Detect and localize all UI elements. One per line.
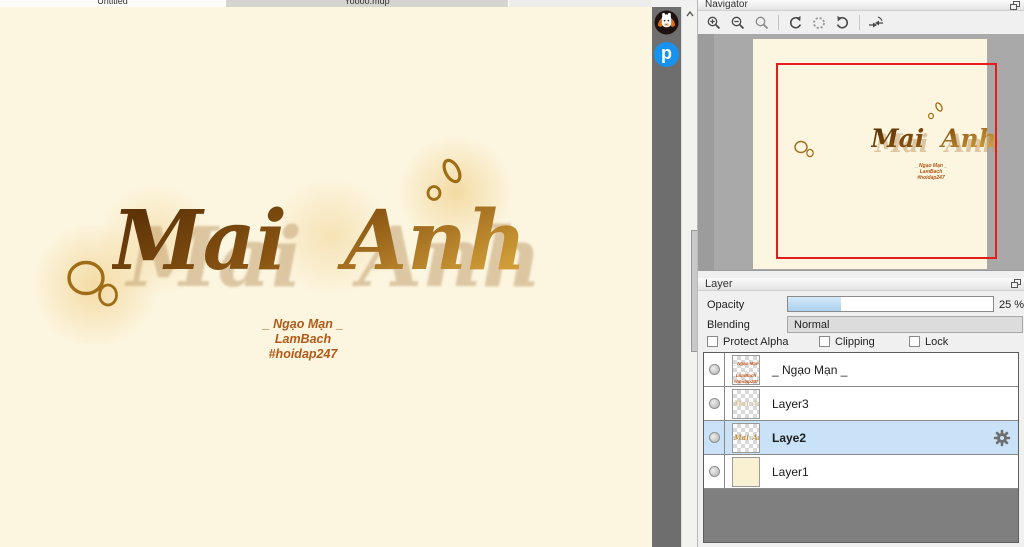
layer-settings-gear-icon[interactable]	[993, 429, 1011, 447]
thumb-credit-line: #hoidap247	[733, 378, 759, 384]
artwork-credits: _ Ngạo Mạn _ LamBach #hoidap247	[223, 317, 383, 362]
preview-shade	[698, 34, 714, 270]
pixiv-icon[interactable]: p	[654, 42, 679, 67]
navigator-float-icon[interactable]	[1010, 1, 1020, 10]
layer-thumbnail: _ Ngạo Mạn _ LamBach #hoidap247	[732, 354, 760, 385]
rotate-cw-button[interactable]	[833, 14, 853, 32]
reset-view-icon	[869, 15, 883, 27]
blending-row: Blending Normal	[698, 316, 1024, 334]
visibility-dot-icon	[708, 364, 720, 375]
reset-view-button[interactable]	[866, 14, 886, 32]
firealpaca-mascot-icon[interactable]	[654, 10, 679, 35]
tab-untitled-label: Untitled	[97, 0, 128, 6]
artwork-title: Mai Anh	[112, 193, 527, 289]
thumb-script-text: Mai Anh	[734, 432, 759, 442]
rotation-reset-icon	[813, 16, 825, 29]
canvas-vertical-scrollbar[interactable]	[681, 7, 703, 547]
clipping-label: Clipping	[835, 336, 875, 348]
right-dock-panel: Navigator Mai Anh _ Ngạo Mạn _ LamBach #…	[697, 0, 1024, 547]
layer-list: _ Ngạo Mạn _ LamBach #hoidap247 _ Ngạo M…	[703, 352, 1019, 543]
rotate-reset-button[interactable]	[809, 14, 829, 32]
layer-name: Layer3	[772, 396, 809, 411]
blending-select[interactable]: Normal	[787, 316, 1023, 333]
navigator-toolbar	[698, 11, 1024, 34]
thumb-script-text: Mai Anh	[734, 398, 759, 408]
viewport-rectangle[interactable]	[776, 63, 997, 259]
layer-name: Layer1	[772, 464, 809, 479]
layer-name: Laye2	[772, 430, 807, 445]
opacity-slider-fill	[788, 297, 842, 311]
tab-yoooo-mdp[interactable]: Yoooo.mdp	[226, 0, 509, 7]
visibility-dot-icon	[708, 398, 720, 409]
lock-label: Lock	[925, 336, 949, 348]
tab-yoooo-mdp-label: Yoooo.mdp	[344, 0, 390, 6]
drawing-canvas[interactable]: Mai Anh Mai Anh _ Ngạo Mạn _ LamBach #ho…	[0, 7, 652, 547]
visibility-toggle[interactable]	[704, 387, 725, 420]
visibility-toggle[interactable]	[704, 421, 725, 454]
layer-header: Layer	[698, 278, 1024, 291]
opacity-row: Opacity 25 %	[698, 296, 1024, 313]
visibility-toggle[interactable]	[704, 353, 725, 386]
document-tabbar: Untitled Yoooo.mdp	[0, 0, 652, 7]
protect-alpha-checkbox[interactable]	[707, 336, 718, 347]
layer-panel-title: Layer	[705, 278, 733, 290]
zoom-in-button[interactable]	[704, 14, 724, 32]
layer-flags-row: Protect Alpha Clipping Lock	[698, 336, 1024, 350]
scrollbar-up-icon[interactable]	[686, 11, 694, 17]
layer-float-icon[interactable]	[1011, 279, 1021, 288]
layer-thumbnail	[732, 456, 760, 487]
side-icon-strip: p	[652, 7, 681, 547]
opacity-slider[interactable]	[787, 296, 994, 312]
layer-thumbnail: Mai Anh	[732, 388, 760, 419]
magnifier-icon	[755, 16, 769, 29]
blending-value: Normal	[794, 319, 830, 331]
opacity-label: Opacity	[707, 299, 745, 311]
magnifier-minus-icon	[731, 16, 745, 29]
blending-label: Blending	[707, 319, 750, 331]
pixiv-letter: p	[661, 43, 672, 63]
rotate-ccw-icon	[790, 15, 802, 29]
layer-row-layer1[interactable]: Layer1	[704, 455, 1018, 489]
tab-untitled[interactable]: Untitled	[0, 0, 226, 7]
zoom-out-button[interactable]	[728, 14, 748, 32]
app-window: Untitled Yoooo.mdp Mai Anh Mai Anh _ Ngạ…	[0, 0, 1024, 547]
layer-panel: Layer Opacity 25 % Blending Normal Prote…	[698, 271, 1024, 547]
layer-row-layer3[interactable]: Mai Anh Layer3	[704, 387, 1018, 421]
rotate-ccw-button[interactable]	[785, 14, 805, 32]
navigator-preview[interactable]: Mai Anh Mai Anh _ Ngạo Mạn _ LamBach #ho…	[698, 34, 1024, 271]
layer-thumbnail: Mai Anh	[732, 422, 760, 453]
layer-name: _ Ngạo Mạn _	[772, 362, 848, 377]
protect-alpha-label: Protect Alpha	[723, 336, 789, 348]
thumb-credit-line: LamBach	[735, 372, 757, 378]
lock-checkbox[interactable]	[909, 336, 920, 347]
clipping-checkbox[interactable]	[819, 336, 830, 347]
visibility-dot-icon	[708, 466, 720, 477]
credits-line-2: LamBach	[274, 332, 332, 346]
credits-line-1: _ Ngạo Mạn _	[262, 317, 344, 331]
visibility-dot-icon	[708, 432, 720, 443]
credits-line-3: #hoidap247	[268, 347, 338, 361]
thumb-credit-line: _ Ngạo Mạn _	[733, 360, 759, 372]
navigator-title: Navigator	[705, 0, 748, 10]
opacity-value: 25 %	[999, 299, 1024, 311]
navigator-header: Navigator	[698, 0, 1024, 11]
zoom-reset-button[interactable]	[752, 14, 772, 32]
toolbar-separator	[778, 15, 779, 30]
magnifier-plus-icon	[707, 16, 721, 29]
layer-row-laye2[interactable]: Mai Anh Laye2	[704, 421, 1018, 455]
layer-row-ngao-man[interactable]: _ Ngạo Mạn _ LamBach #hoidap247 _ Ngạo M…	[704, 353, 1018, 387]
toolbar-separator	[859, 15, 860, 30]
rotate-cw-icon	[836, 15, 848, 29]
visibility-toggle[interactable]	[704, 455, 725, 488]
